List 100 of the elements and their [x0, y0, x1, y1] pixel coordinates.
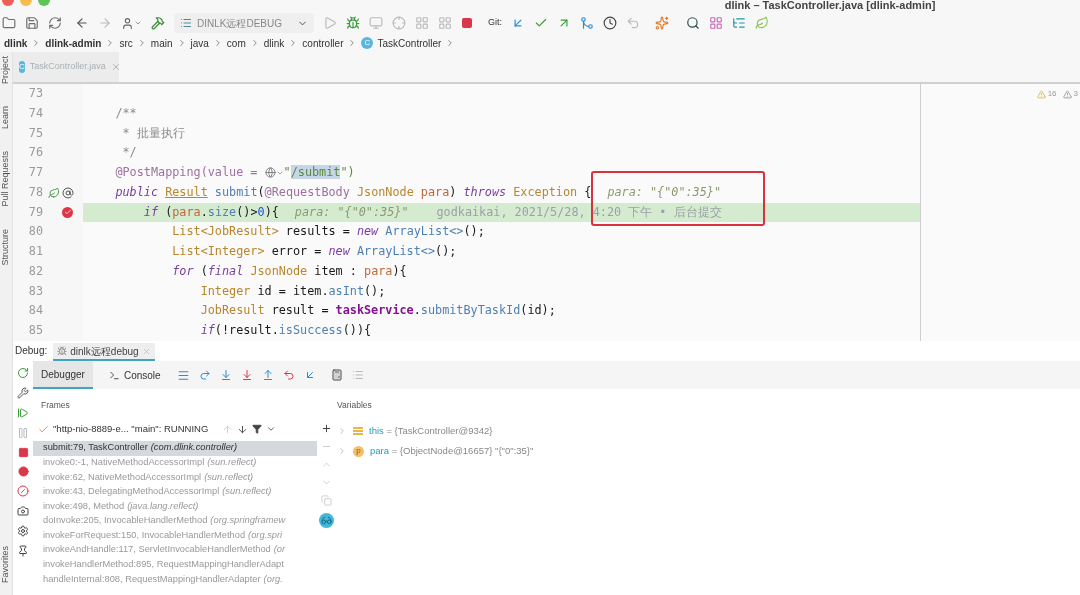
- leaf-icon[interactable]: [755, 16, 769, 30]
- close-icon[interactable]: [110, 62, 121, 72]
- code-text: "/submit"): [283, 164, 355, 182]
- breadcrumb-item[interactable]: dlink: [4, 35, 28, 51]
- variable-entry[interactable]: this = {TaskController@9342}: [369, 423, 493, 439]
- filter-icon[interactable]: [252, 424, 263, 434]
- at-sign-icon[interactable]: [62, 186, 74, 199]
- tool-window-label[interactable]: Learn: [0, 106, 13, 130]
- breadcrumb-item[interactable]: java: [190, 35, 209, 51]
- forward-icon[interactable]: [98, 16, 112, 30]
- code-text: if(!result.isSuccess()){: [199, 322, 372, 340]
- tab-label: TaskController.java: [29, 60, 106, 74]
- bug-icon[interactable]: [57, 346, 68, 356]
- stop-icon[interactable]: [461, 17, 473, 29]
- undo-icon[interactable]: [626, 16, 640, 30]
- breadcrumb-item[interactable]: dlink: [263, 35, 285, 51]
- terminal-icon: [108, 369, 120, 381]
- git-label: Git:: [488, 16, 502, 30]
- breadcrumb-item[interactable]: main: [150, 35, 173, 51]
- line-number: 79: [27, 203, 43, 221]
- tool-window-label[interactable]: Favorites: [0, 546, 13, 583]
- stack-frame[interactable]: submit:79, TaskController (com.dlink.controller): [33, 441, 317, 456]
- sync-icon[interactable]: [48, 16, 62, 30]
- arrow-down-icon[interactable]: [237, 423, 249, 435]
- bug-icon[interactable]: [346, 16, 360, 30]
- step-into-icon[interactable]: [219, 369, 232, 381]
- tree-icon[interactable]: [732, 16, 746, 30]
- code-text: public Result submit(@RequestBody JsonNode para) throws Exception {: [114, 183, 592, 201]
- tool-window-label[interactable]: Structure: [0, 228, 13, 266]
- pause-icon[interactable]: [17, 427, 29, 439]
- glasses-icon[interactable]: [318, 513, 334, 528]
- parameter-icon: p: [353, 445, 364, 457]
- line-number: 76: [27, 144, 43, 162]
- breakpoints-icon[interactable]: [17, 466, 29, 477]
- step-out-icon[interactable]: [261, 369, 274, 381]
- debugger-tab[interactable]: Debugger: [33, 361, 93, 389]
- breadcrumb-item[interactable]: com: [226, 35, 246, 51]
- debugger-tab[interactable]: Console: [100, 361, 169, 389]
- breadcrumb-item[interactable]: TaskController: [377, 35, 442, 51]
- session-label: dinlk远程debug: [70, 344, 139, 359]
- breadcrumb-item[interactable]: src: [119, 35, 133, 51]
- line-number: 82: [27, 262, 43, 280]
- back-icon[interactable]: [75, 16, 89, 30]
- plus-icon[interactable]: [320, 423, 332, 434]
- settings-icon[interactable]: [17, 525, 29, 537]
- panel-title: Frames: [40, 399, 71, 412]
- list-icon[interactable]: [351, 369, 364, 381]
- folder-icon[interactable]: [2, 16, 16, 30]
- breakpoint-icon[interactable]: [62, 206, 73, 218]
- line-number: 73: [27, 85, 43, 103]
- blame-annotation: godkaikai, 2021/5/28, 4:20 下午 • 后台提交: [436, 203, 722, 221]
- field-list-icon: [353, 426, 363, 436]
- code-text: * 批量执行: [121, 124, 185, 142]
- stop-icon[interactable]: [17, 447, 29, 458]
- code-text: */: [121, 144, 137, 162]
- leaf-icon[interactable]: [48, 186, 60, 199]
- line-number: 84: [27, 302, 43, 320]
- sparkles-icon[interactable]: [655, 16, 669, 30]
- class-icon: C: [361, 37, 374, 49]
- thread-name[interactable]: "http-nio-8889-e... "main": RUNNING: [53, 421, 209, 437]
- resume-icon[interactable]: [17, 407, 29, 419]
- globe-icon[interactable]: [264, 167, 284, 179]
- pin-icon[interactable]: [17, 545, 29, 557]
- run-icon[interactable]: [323, 16, 337, 30]
- breadcrumb-item[interactable]: controller: [302, 35, 344, 51]
- inline-value-hint: para: "{"0":35}": [294, 203, 409, 221]
- save-icon[interactable]: [25, 16, 39, 30]
- line-number: 74: [27, 104, 43, 122]
- search-icon[interactable]: [686, 16, 700, 30]
- camera-icon[interactable]: [17, 505, 29, 517]
- code-text: for (final JsonNode item : para){: [171, 262, 407, 280]
- history-icon[interactable]: [603, 16, 617, 30]
- line-number: 81: [27, 243, 43, 261]
- wrench-icon[interactable]: [17, 387, 29, 399]
- breadcrumb-item[interactable]: dlink-admin: [45, 35, 102, 51]
- force-step-into-icon[interactable]: [240, 369, 253, 381]
- code-text: if (para.size()>0){: [142, 203, 279, 221]
- calculator-icon[interactable]: [330, 369, 343, 381]
- rerun-icon[interactable]: [17, 367, 29, 379]
- hammer-icon[interactable]: [151, 16, 165, 30]
- panel-title: Variables: [337, 399, 373, 412]
- tool-window-label[interactable]: Project: [0, 56, 13, 84]
- code-text: List<Integer> error = new ArrayList<>();: [171, 243, 457, 261]
- line-number: 78: [27, 183, 43, 201]
- user-icon[interactable]: [121, 16, 142, 30]
- variable-entry[interactable]: para = {ObjectNode@16657} "{"0":35}": [370, 443, 534, 459]
- line-number: 80: [27, 223, 43, 241]
- check-icon[interactable]: [534, 16, 548, 30]
- merge-icon[interactable]: [580, 16, 594, 30]
- line-number: 75: [27, 124, 43, 142]
- tool-window-label[interactable]: Pull Requests: [0, 151, 13, 207]
- debug-session-tab[interactable]: dinlk远程debug: [53, 343, 155, 361]
- code-text: @PostMapping(value =: [114, 164, 259, 182]
- grid-icon[interactable]: [709, 16, 723, 30]
- code-text: /**: [114, 104, 137, 122]
- menu-icon[interactable]: [176, 368, 190, 382]
- check-icon: [38, 423, 49, 435]
- code-text: JobResult result = taskService.submitByTaskId(id);: [199, 302, 556, 320]
- window-title: dlink – TaskController.java [dlink-admin]: [724, 0, 936, 11]
- line-number: 77: [27, 164, 43, 182]
